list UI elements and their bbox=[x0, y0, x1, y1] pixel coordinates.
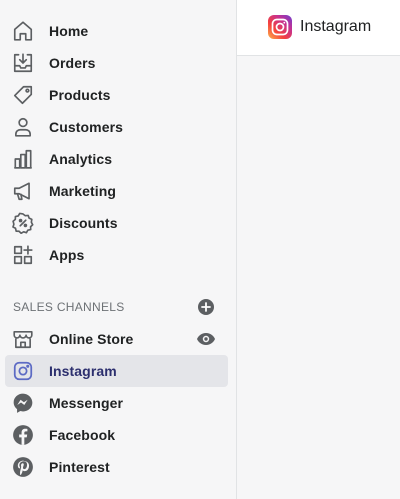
sidebar-item-orders[interactable]: Orders bbox=[5, 47, 228, 79]
sidebar-item-products[interactable]: Products bbox=[5, 79, 228, 111]
sales-channels-header: SALES CHANNELS bbox=[13, 300, 125, 314]
sidebar-item-customers[interactable]: Customers bbox=[5, 111, 228, 143]
bar-chart-icon bbox=[12, 148, 34, 170]
orders-icon bbox=[12, 52, 34, 74]
page-title: Instagram bbox=[300, 18, 372, 35]
sidebar-item-label: Products bbox=[49, 87, 111, 103]
sidebar-item-instagram[interactable]: Instagram bbox=[5, 355, 228, 387]
instagram-icon bbox=[12, 360, 34, 382]
sidebar-item-label: Customers bbox=[49, 119, 124, 135]
sidebar-item-label: Discounts bbox=[49, 215, 118, 231]
page-header: Instagram bbox=[237, 0, 400, 56]
instagram-logo-icon bbox=[268, 15, 292, 39]
person-icon bbox=[12, 116, 34, 138]
add-channel-button[interactable] bbox=[197, 298, 215, 316]
sidebar-item-pinterest[interactable]: Pinterest bbox=[5, 451, 228, 483]
plus-circle-icon bbox=[198, 299, 214, 315]
sidebar: Home Orders Products Customers Analytics… bbox=[0, 0, 237, 499]
megaphone-icon bbox=[12, 180, 34, 202]
sidebar-item-label: Marketing bbox=[49, 183, 117, 199]
app-window: Home Orders Products Customers Analytics… bbox=[0, 0, 400, 499]
sidebar-item-label: Instagram bbox=[49, 363, 117, 379]
sidebar-item-label: Home bbox=[49, 23, 89, 39]
pinterest-icon bbox=[12, 456, 34, 478]
sidebar-item-facebook[interactable]: Facebook bbox=[5, 419, 228, 451]
discount-icon bbox=[12, 212, 34, 234]
sidebar-item-label: Orders bbox=[49, 55, 96, 71]
store-icon bbox=[12, 328, 34, 350]
sidebar-item-label: Apps bbox=[49, 247, 85, 263]
sidebar-item-label: Online Store bbox=[49, 331, 134, 347]
sidebar-item-home[interactable]: Home bbox=[5, 15, 228, 47]
home-icon bbox=[12, 20, 34, 42]
sidebar-item-online-store[interactable]: Online Store bbox=[5, 323, 228, 355]
sidebar-item-analytics[interactable]: Analytics bbox=[5, 143, 228, 175]
view-online-store-button[interactable] bbox=[196, 331, 216, 347]
sidebar-item-messenger[interactable]: Messenger bbox=[5, 387, 228, 419]
sidebar-item-label: Messenger bbox=[49, 395, 124, 411]
main-content: Instagram bbox=[237, 0, 400, 499]
apps-icon bbox=[12, 244, 34, 266]
sidebar-item-discounts[interactable]: Discounts bbox=[5, 207, 228, 239]
sidebar-item-label: Analytics bbox=[49, 151, 113, 167]
facebook-icon bbox=[12, 424, 34, 446]
messenger-icon bbox=[12, 392, 34, 414]
eye-icon bbox=[197, 333, 215, 345]
sidebar-item-label: Pinterest bbox=[49, 459, 110, 475]
sidebar-item-marketing[interactable]: Marketing bbox=[5, 175, 228, 207]
sidebar-item-label: Facebook bbox=[49, 427, 116, 443]
tag-icon bbox=[12, 84, 34, 106]
sidebar-item-apps[interactable]: Apps bbox=[5, 239, 228, 271]
